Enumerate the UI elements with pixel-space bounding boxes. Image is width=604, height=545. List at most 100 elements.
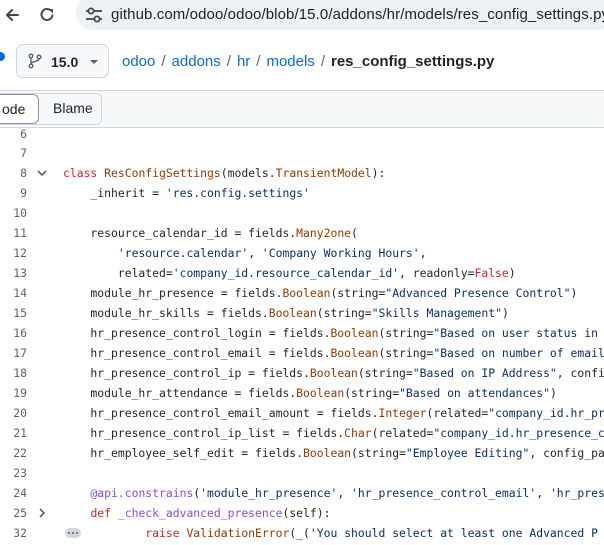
- code-text: _inherit = 'res.config.settings': [63, 186, 309, 200]
- code-token: related=: [63, 266, 173, 280]
- code-text: module_hr_skills = fields.Boolean(string…: [63, 306, 508, 320]
- code-line: 9 _inherit = 'res.config.settings': [0, 183, 604, 203]
- line-number[interactable]: 20: [0, 406, 27, 420]
- code-token: (string=: [330, 286, 386, 300]
- code-token: "company_id.hr_prese: [488, 406, 604, 420]
- code-token: "Advanced Presence Control": [385, 286, 571, 300]
- tab-code[interactable]: ode: [0, 94, 39, 124]
- line-number[interactable]: 23: [0, 466, 27, 480]
- line-number[interactable]: 21: [0, 426, 27, 440]
- code-token: ): [570, 286, 578, 300]
- code-line: 17 hr_presence_control_email = fields.Bo…: [0, 343, 604, 363]
- branch-selector-button[interactable]: 15.0: [16, 44, 109, 78]
- line-number[interactable]: 15: [0, 306, 27, 320]
- site-settings-icon[interactable]: [84, 6, 104, 24]
- code-token: Boolean: [330, 346, 379, 360]
- line-number[interactable]: 19: [0, 386, 27, 400]
- code-token: Char: [344, 426, 372, 440]
- code-line: 19 module_hr_attendance = fields.Boolean…: [0, 383, 604, 403]
- line-number[interactable]: 16: [0, 326, 27, 340]
- line-number[interactable]: 17: [0, 346, 27, 360]
- code-token: ): [549, 386, 557, 400]
- code-text: @api.constrains('module_hr_presence', 'h…: [63, 486, 604, 500]
- code-token: _inherit =: [63, 186, 166, 200]
- line-number[interactable]: 9: [0, 186, 27, 200]
- code-text: module_hr_attendance = fields.Boolean(st…: [63, 386, 557, 400]
- code-token: "Based on attendances": [399, 386, 550, 400]
- line-number[interactable]: 22: [0, 446, 27, 460]
- breadcrumb-link-odoo[interactable]: odoo: [122, 53, 155, 70]
- code-token: (: [351, 226, 358, 240]
- code-line: 11 resource_calendar_id = fields.Many2on…: [0, 223, 604, 243]
- code-text: hr_presence_control_email = fields.Boole…: [63, 346, 604, 360]
- url-text[interactable]: github.com/odoo/odoo/blob/15.0/addons/hr…: [111, 6, 604, 23]
- code-token: ,: [419, 246, 427, 260]
- code-token: hr_presence_control_ip_list = fields.: [63, 426, 345, 440]
- browser-toolbar: github.com/odoo/odoo/blob/15.0/addons/hr…: [0, 0, 604, 30]
- code-token: Many2one: [296, 226, 352, 240]
- line-number[interactable]: 10: [0, 206, 27, 220]
- line-number[interactable]: 32: [0, 526, 27, 540]
- code-token: , readonly=: [399, 266, 475, 280]
- chevron-down-icon[interactable]: [36, 167, 48, 179]
- code-text: hr_presence_control_ip_list = fields.Cha…: [63, 426, 604, 440]
- line-number[interactable]: 24: [0, 486, 27, 500]
- code-line: 12 'resource.calendar', 'Company Working…: [0, 243, 604, 263]
- line-number[interactable]: 6: [0, 127, 27, 141]
- breadcrumb-link-models[interactable]: models: [266, 53, 314, 70]
- code-token: ,: [536, 486, 550, 500]
- code-view: 6 7 8 class ResConfigSettings(models.Transi…: [0, 127, 604, 545]
- breadcrumb-separator: /: [161, 53, 166, 70]
- code-token: (related=: [371, 426, 434, 440]
- line-number[interactable]: 18: [0, 366, 27, 380]
- code-token: hr_presence_control_login = fields.: [63, 326, 331, 340]
- code-token: raise: [145, 526, 187, 540]
- breadcrumb-separator: /: [256, 53, 261, 70]
- line-number[interactable]: 12: [0, 246, 27, 260]
- line-number[interactable]: 13: [0, 266, 27, 280]
- address-bar[interactable]: github.com/odoo/odoo/blob/15.0/addons/hr…: [76, 0, 604, 30]
- code-line: 18 hr_presence_control_ip = fields.Boole…: [0, 363, 604, 383]
- code-token: def: [90, 506, 118, 520]
- code-token: module_hr_skills = fields.: [63, 306, 269, 320]
- file-header: 15.0 odoo / addons / hr / models / res_config_se…: [0, 30, 604, 90]
- code-token: @api.constrains: [90, 486, 194, 500]
- back-arrow-icon[interactable]: [0, 2, 26, 28]
- code-text: class ResConfigSettings(models.Transient…: [63, 166, 385, 180]
- reload-icon[interactable]: [34, 2, 60, 28]
- code-line: 13 related='company_id.resource_calendar…: [0, 263, 604, 283]
- code-line: 23: [0, 463, 604, 483]
- tab-blame[interactable]: Blame: [39, 94, 101, 124]
- code-token: Boolean: [309, 366, 358, 380]
- chevron-down-icon: [90, 60, 98, 64]
- code-token: class: [63, 166, 105, 180]
- breadcrumb: odoo / addons / hr / models / res_config_setting…: [122, 53, 494, 70]
- line-number[interactable]: 7: [0, 146, 27, 160]
- breadcrumb-link-addons[interactable]: addons: [172, 53, 221, 70]
- code-token: 'resource.calendar': [117, 246, 249, 260]
- code-text: hr_presence_control_email_amount = field…: [63, 406, 604, 420]
- code-line: 20 hr_presence_control_email_amount = fi…: [0, 403, 604, 423]
- line-number[interactable]: 14: [0, 286, 27, 300]
- code-token: "Based on number of emails s: [433, 346, 604, 360]
- code-token: (_(: [289, 526, 310, 540]
- code-line: 15 module_hr_skills = fields.Boolean(str…: [0, 303, 604, 323]
- code-token: (related=: [426, 406, 489, 420]
- code-token: Integer: [378, 406, 427, 420]
- view-toolbar: ode Blame: [0, 90, 604, 128]
- chevron-right-icon[interactable]: [36, 507, 48, 519]
- code-token: 'company_id.resource_calendar_id': [172, 266, 400, 280]
- line-number[interactable]: 8: [0, 166, 27, 180]
- breadcrumb-separator: /: [320, 53, 325, 70]
- line-number[interactable]: 25: [0, 506, 27, 520]
- code-token: False: [474, 266, 509, 280]
- code-token: 'hr_presenc: [549, 486, 604, 500]
- breadcrumb-link-hr[interactable]: hr: [237, 53, 250, 70]
- code-text: hr_employee_self_edit = fields.Boolean(s…: [63, 446, 604, 460]
- code-token: resource_calendar_id = fields.: [63, 226, 297, 240]
- code-token: 'Company Working Hours': [261, 246, 420, 260]
- breadcrumb-separator: /: [226, 53, 231, 70]
- line-number[interactable]: 11: [0, 226, 27, 240]
- code-line: 14 module_hr_presence = fields.Boolean(s…: [0, 283, 604, 303]
